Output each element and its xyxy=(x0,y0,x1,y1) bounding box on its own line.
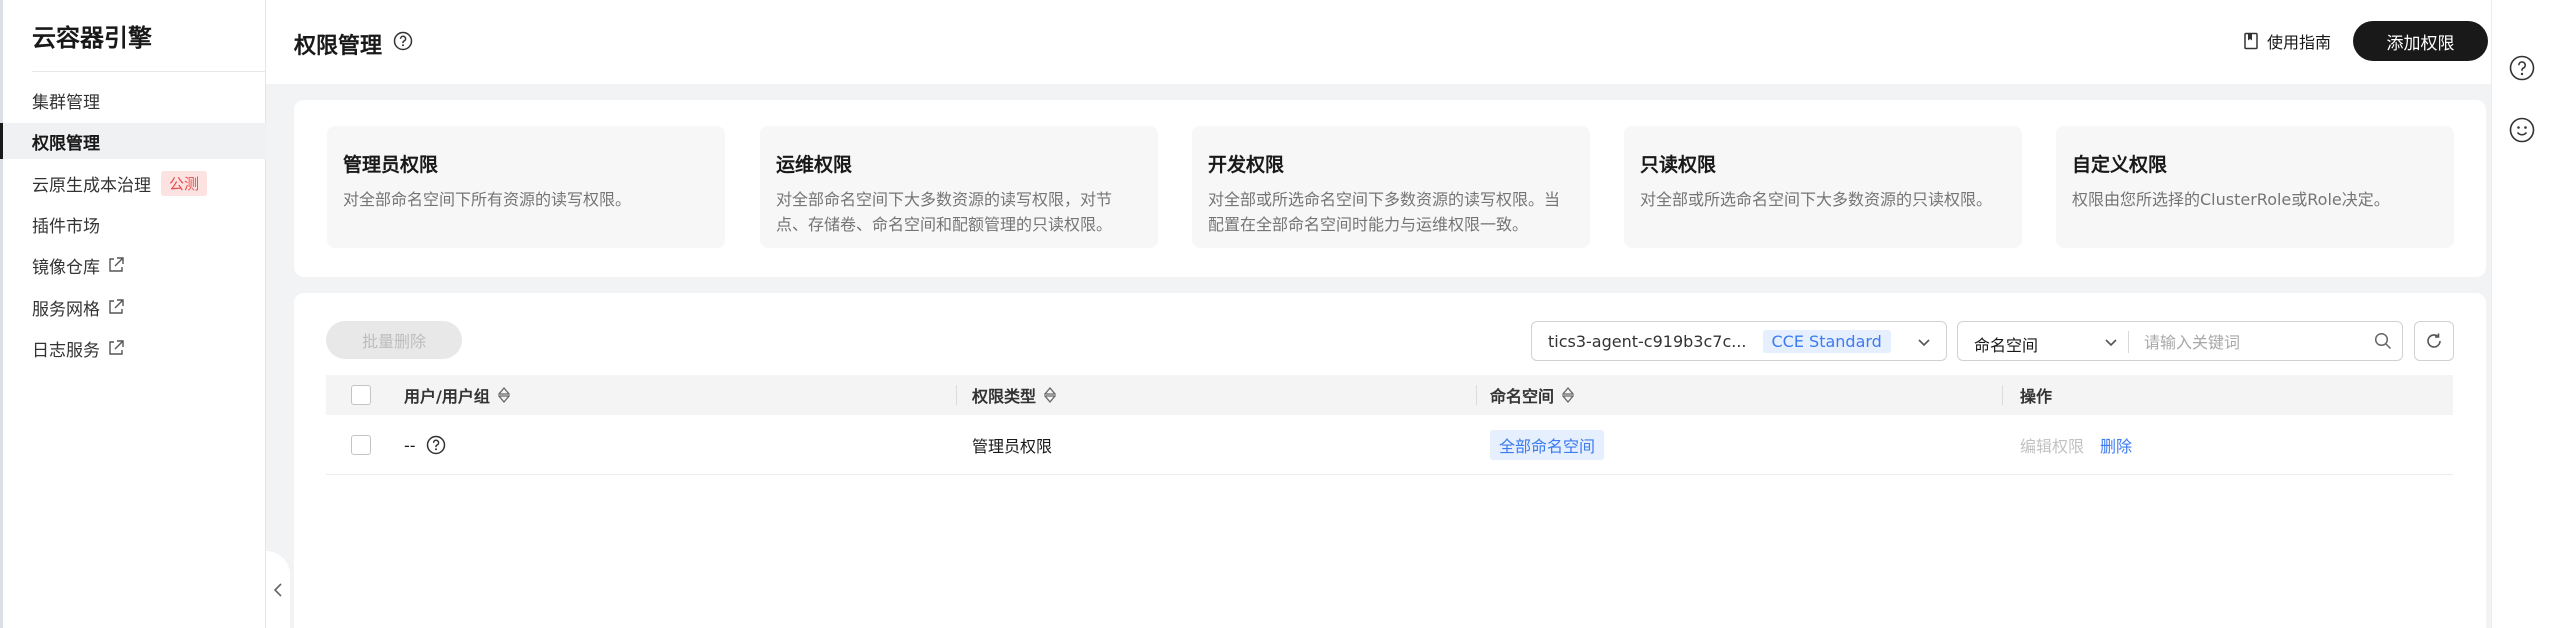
permission-card-dev: 开发权限 对全部或所选命名空间下多数资源的读写权限。当 配置在全部命名空间时能力… xyxy=(1192,126,1590,248)
card-desc: 配置在全部命名空间时能力与运维权限一致。 xyxy=(1208,215,1529,234)
help-icon[interactable] xyxy=(393,31,413,51)
card-title: 自定义权限 xyxy=(2072,154,2168,176)
card-desc: 对全部或所选命名空间下大多数资源的只读权限。 xyxy=(1640,190,1993,209)
refresh-icon xyxy=(2427,333,2441,348)
permission-card-ops: 运维权限 对全部命名空间下大多数资源的读写权限，对节 点、存储卷、命名空间和配额… xyxy=(760,126,1158,248)
cluster-name: tics3-agent-c919b3c7c... xyxy=(1548,331,1747,351)
help-icon[interactable] xyxy=(426,435,446,455)
sidebar-item-cluster[interactable]: 集群管理 xyxy=(3,82,266,118)
sidebar-item-label: 权限管理 xyxy=(32,133,100,154)
table-row: -- 管理员权限 全部命名空间 编辑权限 删除 xyxy=(326,415,2453,475)
sidebar: 云容器引擎 集群管理 权限管理 云原生成本治理 公测 插件市场 镜像仓库 服务网… xyxy=(0,0,269,628)
table-header: 用户/用户组 权限类型 命名空间 操作 xyxy=(326,375,2453,415)
sidebar-item-label: 日志服务 xyxy=(32,340,100,361)
permission-types-panel: 管理员权限 对全部命名空间下所有资源的读写权限。 运维权限 对全部命名空间下大多… xyxy=(294,100,2486,277)
refresh-button[interactable] xyxy=(2414,321,2454,361)
card-desc: 权限由您所选择的ClusterRole或Role决定。 xyxy=(2072,190,2390,209)
column-header-namespace[interactable]: 命名空间 xyxy=(1490,375,1575,415)
sidebar-collapse-button[interactable] xyxy=(266,551,290,628)
permissions-table-panel: 批量删除 tics3-agent-c919b3c7c... CCE Standa… xyxy=(294,293,2486,628)
sidebar-item-addons[interactable]: 插件市场 xyxy=(3,206,266,242)
page-header: 权限管理 使用指南 添加权限 xyxy=(266,0,2491,84)
sort-icon[interactable] xyxy=(1044,387,1057,403)
column-header-label: 命名空间 xyxy=(1490,387,1555,406)
sidebar-item-label: 服务网格 xyxy=(32,299,100,320)
row-checkbox[interactable] xyxy=(351,435,371,455)
card-desc: 点、存储卷、命名空间和配额管理的只读权限。 xyxy=(776,215,1113,234)
filter-divider xyxy=(2128,331,2129,353)
cluster-type-tag: CCE Standard xyxy=(1762,329,1891,353)
cell-actions: 编辑权限 删除 xyxy=(2020,415,2132,475)
beta-badge: 公测 xyxy=(161,170,208,196)
card-desc: 对全部命名空间下大多数资源的读写权限，对节 xyxy=(776,190,1113,209)
sort-icon[interactable] xyxy=(1562,387,1575,403)
guide-link[interactable]: 使用指南 xyxy=(2243,29,2331,53)
column-header-label: 用户/用户组 xyxy=(404,387,490,406)
namespace-search-filter: 命名空间 xyxy=(1957,321,2403,361)
cell-user: -- xyxy=(404,415,446,475)
book-icon xyxy=(2244,32,2258,50)
sidebar-item-label: 云原生成本治理 xyxy=(32,175,151,196)
smile-icon[interactable] xyxy=(2509,117,2535,143)
sidebar-item-label: 集群管理 xyxy=(32,92,100,113)
sidebar-item-registry[interactable]: 镜像仓库 xyxy=(3,247,266,283)
add-permission-button[interactable]: 添加权限 xyxy=(2353,21,2488,61)
sidebar-item-label: 镜像仓库 xyxy=(32,257,100,278)
edit-permission-link[interactable]: 编辑权限 xyxy=(2020,433,2084,457)
sidebar-item-permissions[interactable]: 权限管理 xyxy=(0,123,266,159)
column-header-user[interactable]: 用户/用户组 xyxy=(404,375,510,415)
namespace-select[interactable]: 命名空间 xyxy=(1974,332,2038,356)
sidebar-title: 云容器引擎 xyxy=(32,24,152,52)
search-input[interactable] xyxy=(2144,330,2354,354)
permission-card-readonly: 只读权限 对全部或所选命名空间下大多数资源的只读权限。 xyxy=(1624,126,2022,248)
user-value: -- xyxy=(404,435,416,455)
cluster-select[interactable]: tics3-agent-c919b3c7c... CCE Standard xyxy=(1531,321,1947,361)
sort-icon[interactable] xyxy=(497,387,510,403)
card-desc: 对全部命名空间下所有资源的读写权限。 xyxy=(343,190,632,209)
column-separator xyxy=(1476,385,1477,405)
column-header-label: 权限类型 xyxy=(972,387,1037,406)
search-icon[interactable] xyxy=(2374,332,2392,350)
card-title: 只读权限 xyxy=(1640,154,1717,176)
external-link-icon xyxy=(109,340,124,355)
select-all-checkbox[interactable] xyxy=(351,385,371,405)
external-link-icon xyxy=(109,299,124,314)
cell-namespace: 全部命名空间 xyxy=(1490,415,1605,475)
column-header-label: 操作 xyxy=(2020,387,2053,406)
namespace-tag: 全部命名空间 xyxy=(1490,430,1605,460)
sidebar-item-label: 插件市场 xyxy=(32,216,100,237)
chevron-down-icon xyxy=(1918,339,1930,347)
delete-link[interactable]: 删除 xyxy=(2100,433,2132,457)
permission-card-admin: 管理员权限 对全部命名空间下所有资源的读写权限。 xyxy=(327,126,725,248)
right-rail xyxy=(2491,0,2551,628)
column-separator xyxy=(956,385,957,405)
card-title: 运维权限 xyxy=(776,154,853,176)
chevron-down-icon[interactable] xyxy=(2103,334,2119,350)
column-separator xyxy=(2002,385,2003,405)
sidebar-item-logs[interactable]: 日志服务 xyxy=(3,330,266,366)
column-header-actions: 操作 xyxy=(2020,375,2052,415)
external-link-icon xyxy=(109,257,124,272)
column-header-type[interactable]: 权限类型 xyxy=(972,375,1057,415)
permission-card-custom: 自定义权限 权限由您所选择的ClusterRole或Role决定。 xyxy=(2056,126,2454,248)
batch-delete-button[interactable]: 批量删除 xyxy=(326,321,462,359)
card-title: 管理员权限 xyxy=(343,154,439,176)
cell-type: 管理员权限 xyxy=(972,437,1053,456)
sidebar-divider xyxy=(32,71,269,72)
help-icon[interactable] xyxy=(2509,55,2535,81)
sidebar-item-cost[interactable]: 云原生成本治理 公测 xyxy=(3,165,266,201)
guide-link-label: 使用指南 xyxy=(2267,33,2332,52)
chevron-left-icon xyxy=(273,582,282,597)
page-title: 权限管理 xyxy=(294,34,383,59)
sidebar-item-mesh[interactable]: 服务网格 xyxy=(3,289,266,325)
card-title: 开发权限 xyxy=(1208,154,1285,176)
card-desc: 对全部或所选命名空间下多数资源的读写权限。当 xyxy=(1208,190,1561,209)
